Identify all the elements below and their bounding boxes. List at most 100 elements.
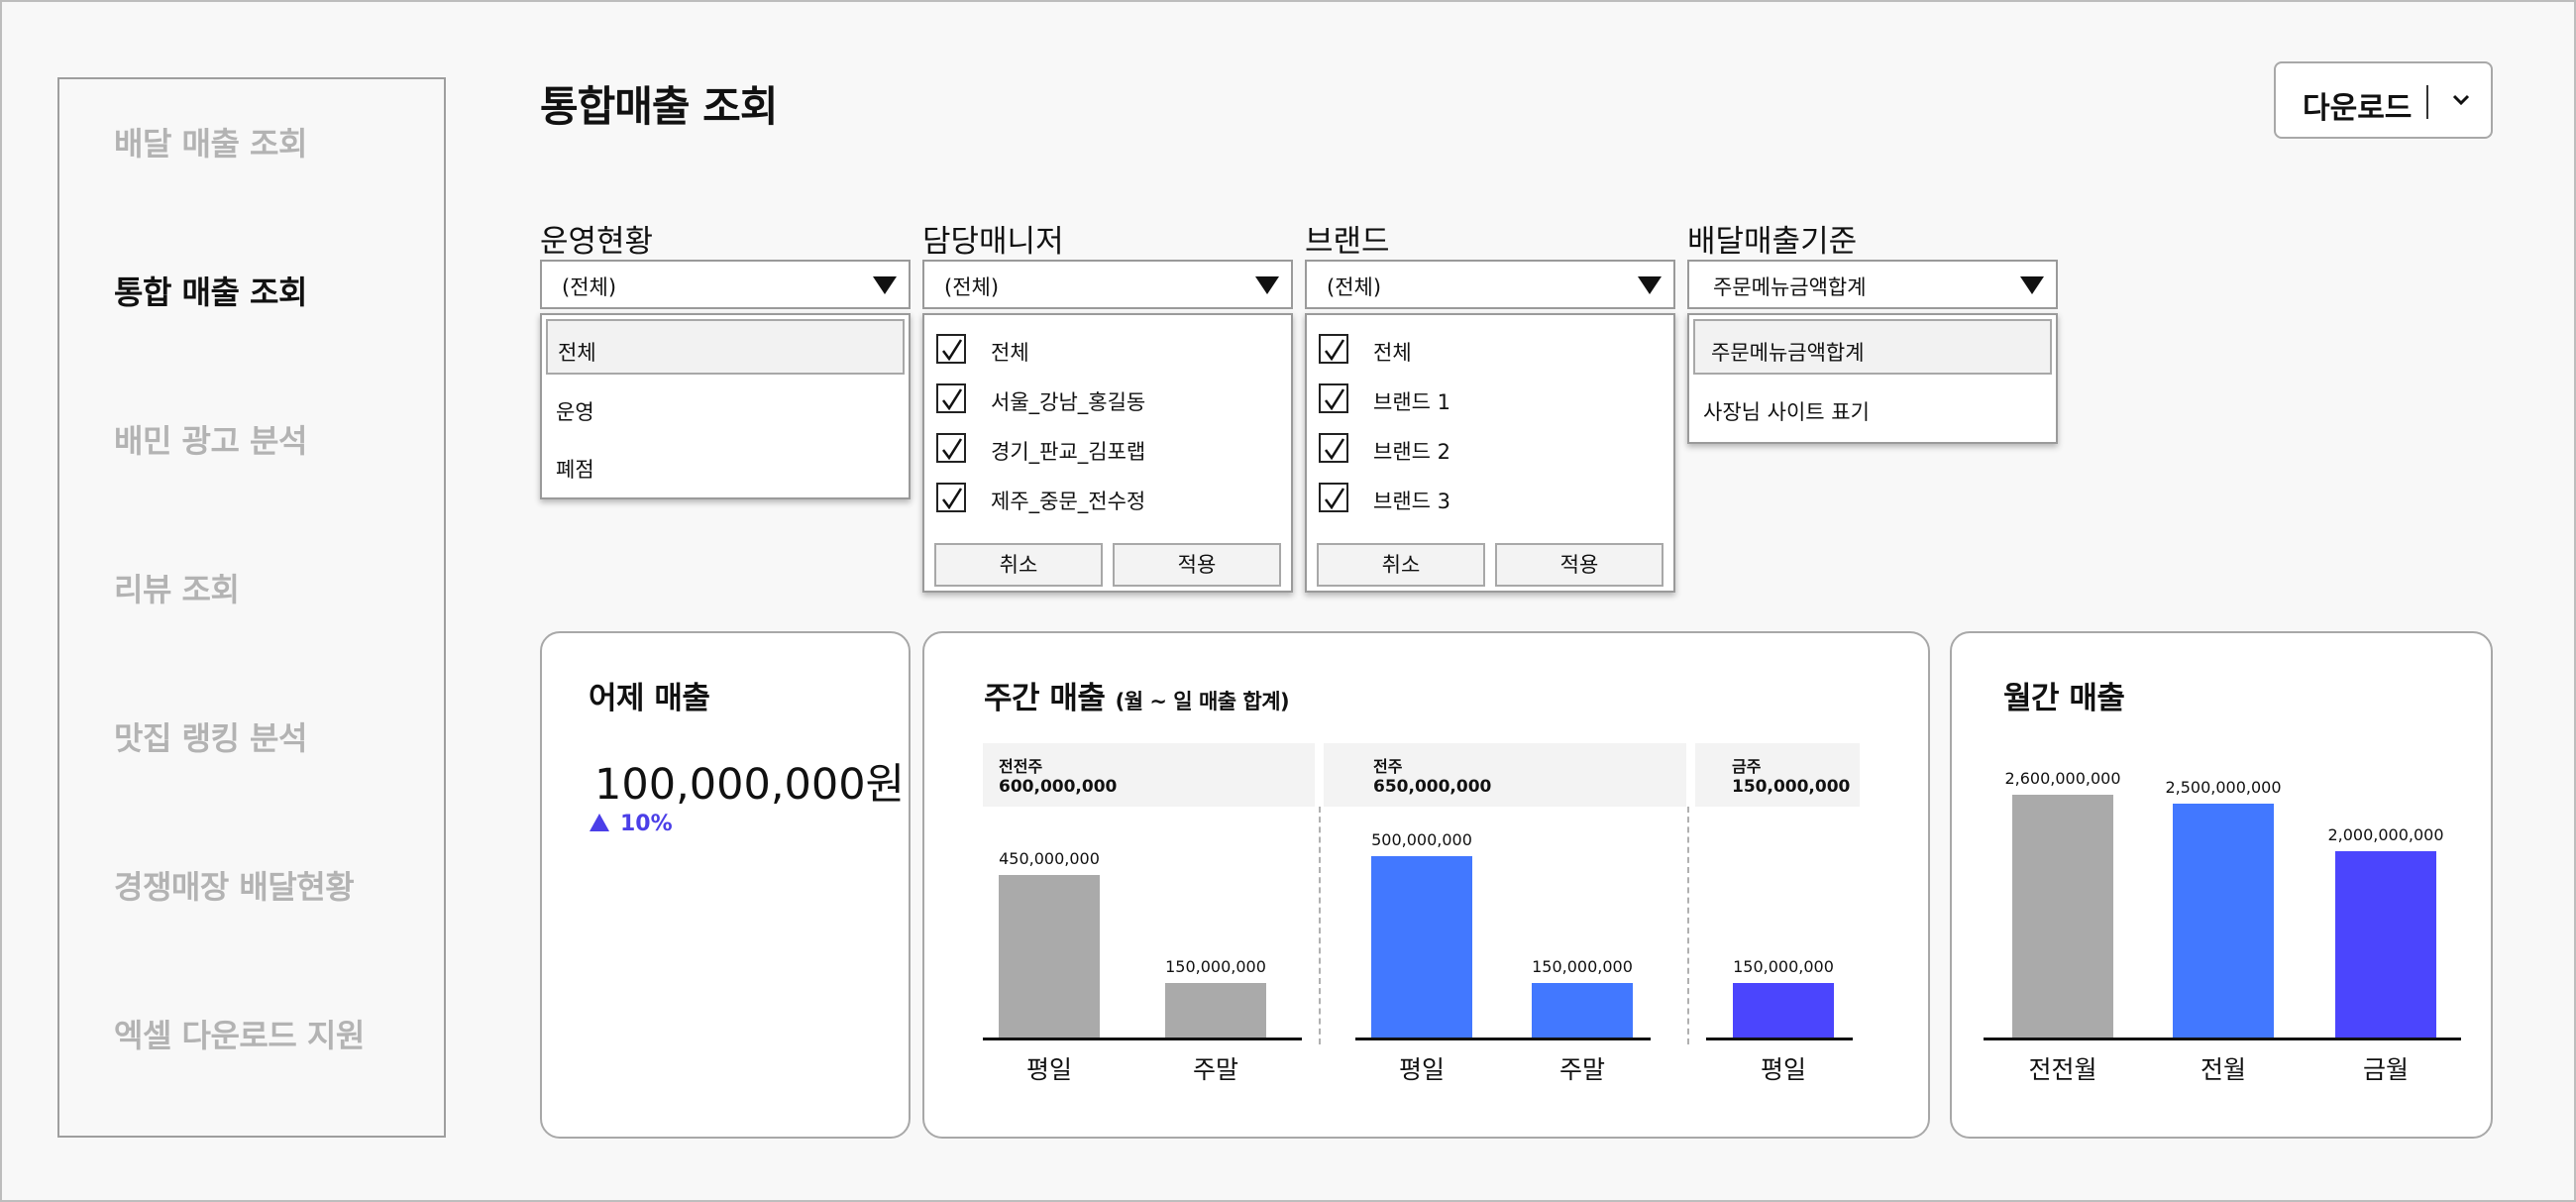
check-icon bbox=[1325, 438, 1345, 461]
status-select[interactable]: (전체) bbox=[540, 260, 911, 309]
chart-baseline bbox=[1984, 1038, 2461, 1040]
week-group-name: 금주 bbox=[1732, 757, 1762, 776]
brand-option-1[interactable]: 브랜드 1 bbox=[1319, 379, 1662, 418]
bar-value-label: 2,000,000,000 bbox=[2327, 824, 2444, 844]
chart-baseline bbox=[1355, 1038, 1651, 1040]
dropdown-arrow-icon bbox=[2020, 276, 2044, 294]
bar-value-label: 150,000,000 bbox=[1733, 957, 1834, 977]
basis-option-menu-total[interactable]: 주문메뉴금액합계 bbox=[1693, 319, 2052, 375]
check-icon bbox=[1325, 488, 1345, 510]
checkbox[interactable] bbox=[936, 433, 966, 463]
basis-select[interactable]: 주문메뉴금액합계 bbox=[1687, 260, 2058, 309]
status-option-all[interactable]: 전체 bbox=[546, 319, 905, 375]
week-group-header: 전전주 600,000,000 bbox=[983, 743, 1315, 807]
delta-value: 10% bbox=[620, 812, 673, 836]
brand-cancel-button[interactable]: 취소 bbox=[1317, 543, 1485, 587]
manager-cancel-button[interactable]: 취소 bbox=[934, 543, 1103, 587]
chevron-down-icon[interactable] bbox=[2446, 85, 2476, 115]
chart-baseline bbox=[983, 1038, 1302, 1040]
check-icon bbox=[1325, 388, 1345, 411]
brand-select[interactable]: (전체) bbox=[1305, 260, 1675, 309]
x-tick-label: 평일 bbox=[1398, 1055, 1445, 1084]
sidebar-item-delivery-sales[interactable]: 배달 매출 조회 bbox=[114, 119, 307, 164]
brand-option-3[interactable]: 브랜드 3 bbox=[1319, 478, 1662, 517]
manager-option-jeju[interactable]: 제주_중문_전수정 bbox=[936, 478, 1279, 517]
x-tick-label: 평일 bbox=[1025, 1055, 1072, 1084]
dropdown-arrow-icon bbox=[1255, 276, 1279, 294]
download-label: 다운로드 bbox=[2303, 91, 2413, 126]
option-label: 운영 bbox=[556, 400, 594, 424]
group-divider bbox=[1319, 807, 1321, 1044]
check-icon bbox=[1325, 339, 1345, 362]
sidebar-item-baemin-ads[interactable]: 배민 광고 분석 bbox=[114, 416, 307, 462]
checkbox[interactable] bbox=[1319, 383, 1348, 413]
brand-apply-button[interactable]: 적용 bbox=[1495, 543, 1664, 587]
bar-value-label: 2,600,000,000 bbox=[2004, 769, 2121, 788]
sidebar-item-integrated-sales[interactable]: 통합 매출 조회 bbox=[114, 268, 307, 313]
week-group-total: 600,000,000 bbox=[999, 777, 1118, 797]
page-title: 통합매출 조회 bbox=[540, 82, 778, 131]
checkbox[interactable] bbox=[1319, 334, 1348, 364]
basis-filter-label: 배달매출기준 bbox=[1687, 224, 1858, 260]
basis-dropdown: 주문메뉴금액합계 사장님 사이트 표기 bbox=[1687, 313, 2058, 444]
status-option-closed[interactable]: 폐점 bbox=[546, 438, 905, 493]
week-group-header: 전주 650,000,000 bbox=[1324, 743, 1686, 807]
manager-apply-button[interactable]: 적용 bbox=[1113, 543, 1281, 587]
week-group-name: 전주 bbox=[1373, 757, 1403, 776]
check-icon bbox=[942, 438, 963, 461]
option-label: 사장님 사이트 표기 bbox=[1703, 400, 1870, 424]
sidebar-item-competitor[interactable]: 경쟁매장 배달현황 bbox=[114, 862, 355, 908]
bar-value-label: 2,500,000,000 bbox=[2165, 778, 2282, 798]
chart-bar bbox=[2335, 850, 2436, 1038]
group-divider bbox=[1687, 807, 1689, 1044]
week-group-name: 전전주 bbox=[999, 757, 1043, 776]
brand-filter-label: 브랜드 bbox=[1305, 224, 1390, 260]
brand-dropdown: 전체 브랜드 1 브랜드 2 브랜드 3 취소 적용 bbox=[1305, 313, 1675, 593]
check-icon bbox=[942, 339, 963, 362]
status-option-open[interactable]: 운영 bbox=[546, 381, 905, 436]
status-select-value: (전체) bbox=[562, 275, 617, 299]
checkbox[interactable] bbox=[936, 383, 966, 413]
yesterday-sales-delta: 10% bbox=[589, 812, 673, 836]
x-tick-label: 주말 bbox=[1558, 1055, 1605, 1084]
brand-select-value: (전체) bbox=[1327, 275, 1382, 299]
manager-filter-label: 담당매니저 bbox=[922, 224, 1064, 260]
checkbox[interactable] bbox=[936, 334, 966, 364]
chart-bar bbox=[999, 874, 1100, 1038]
weekly-title-text: 주간 매출 bbox=[984, 681, 1106, 716]
chart-bar bbox=[1733, 983, 1834, 1038]
manager-option-seoul[interactable]: 서울_강남_홍길동 bbox=[936, 379, 1279, 418]
checkbox[interactable] bbox=[936, 483, 966, 512]
option-label: 주문메뉴금액합계 bbox=[1711, 341, 1865, 365]
sidebar: 배달 매출 조회 통합 매출 조회 배민 광고 분석 리뷰 조회 맛집 랭킹 분… bbox=[57, 77, 446, 1138]
chart-baseline bbox=[1706, 1038, 1853, 1040]
manager-option-gyeonggi[interactable]: 경기_판교_김포랩 bbox=[936, 428, 1279, 468]
checkbox[interactable] bbox=[1319, 433, 1348, 463]
chart-bar bbox=[1371, 856, 1472, 1038]
manager-select[interactable]: (전체) bbox=[922, 260, 1293, 309]
status-filter-label: 운영현황 bbox=[540, 224, 654, 260]
status-dropdown: 전체 운영 폐점 bbox=[540, 313, 911, 499]
checkbox[interactable] bbox=[1319, 483, 1348, 512]
option-label: 서울_강남_홍길동 bbox=[991, 390, 1146, 414]
option-label: 브랜드 2 bbox=[1373, 440, 1450, 464]
sidebar-item-ranking[interactable]: 맛집 랭킹 분석 bbox=[114, 713, 307, 759]
brand-option-all[interactable]: 전체 bbox=[1319, 329, 1662, 369]
monthly-sales-title: 월간 매출 bbox=[2003, 681, 2125, 716]
manager-option-all[interactable]: 전체 bbox=[936, 329, 1279, 369]
sidebar-item-reviews[interactable]: 리뷰 조회 bbox=[114, 565, 240, 610]
brand-option-2[interactable]: 브랜드 2 bbox=[1319, 428, 1662, 468]
check-icon bbox=[942, 388, 963, 411]
sidebar-item-excel-download[interactable]: 엑셀 다운로드 지원 bbox=[114, 1011, 365, 1056]
basis-option-owner-site[interactable]: 사장님 사이트 표기 bbox=[1693, 381, 2052, 436]
x-tick-label: 평일 bbox=[1760, 1055, 1806, 1084]
week-group-header: 금주 150,000,000 bbox=[1695, 743, 1860, 807]
option-label: 브랜드 1 bbox=[1373, 390, 1450, 414]
download-button[interactable]: 다운로드 bbox=[2274, 61, 2493, 139]
option-label: 전체 bbox=[991, 341, 1029, 365]
option-label: 제주_중문_전수정 bbox=[991, 490, 1146, 513]
yesterday-sales-title: 어제 매출 bbox=[589, 681, 710, 716]
yesterday-sales-value: 100,000,000원 bbox=[594, 760, 906, 810]
option-label: 전체 bbox=[1373, 341, 1412, 365]
week-group-total: 650,000,000 bbox=[1373, 777, 1492, 797]
